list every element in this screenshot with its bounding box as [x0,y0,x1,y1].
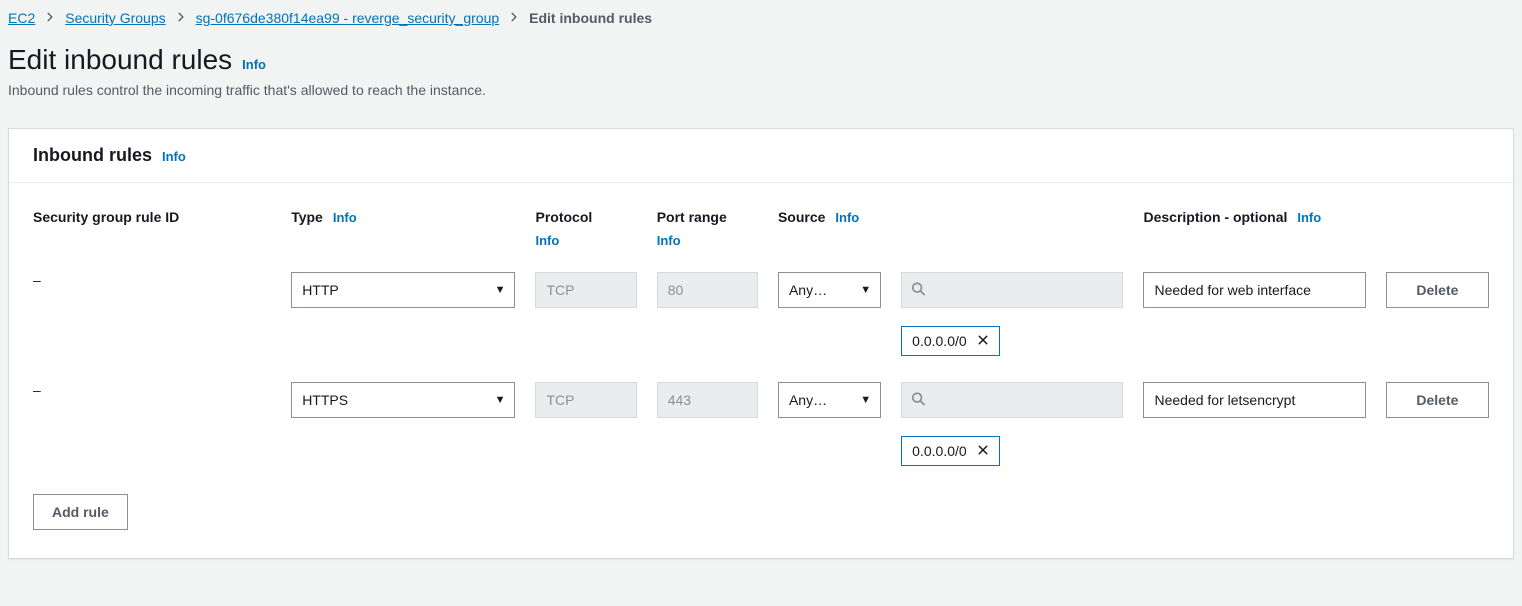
description-input[interactable] [1143,382,1365,418]
cidr-chip-remove[interactable] [977,333,989,349]
breadcrumb-link-ec2[interactable]: EC2 [8,10,35,26]
delete-button[interactable]: Delete [1386,272,1489,308]
th-description: Description - optional Info [1143,209,1365,225]
th-protocol-info[interactable]: Info [535,233,636,248]
inbound-rules-panel: Inbound rules Info Security group rule I… [8,128,1514,559]
th-type-label: Type [291,209,323,225]
table-header-row: Security group rule ID Type Info Protoco… [33,187,1489,266]
th-type-info[interactable]: Info [333,210,357,225]
breadcrumb-current: Edit inbound rules [529,10,652,26]
port-input [657,382,758,418]
rule-id-value: – [33,272,271,288]
type-select[interactable] [291,382,515,418]
th-source-label: Source [778,209,825,225]
breadcrumb: EC2 Security Groups sg-0f676de380f14ea99… [0,0,1522,38]
page-title: Edit inbound rules [8,44,232,76]
th-source-info[interactable]: Info [835,210,859,225]
cidr-chip-remove[interactable] [977,443,989,459]
rule-id-value: – [33,382,271,398]
description-input[interactable] [1143,272,1365,308]
cidr-chip: 0.0.0.0/0 [901,326,1000,356]
th-port-label: Port range [657,209,727,225]
table-row: – ▼ ▼ [33,376,1489,472]
add-rule-button[interactable]: Add rule [33,494,128,530]
panel-title: Inbound rules [33,145,152,166]
port-input [657,272,758,308]
source-select[interactable] [778,382,881,418]
panel-info-link[interactable]: Info [162,149,186,164]
source-search-input[interactable] [901,272,1123,308]
th-source: Source Info [778,209,881,225]
chevron-right-icon [45,11,55,25]
th-port: Port range [657,209,758,225]
th-protocol: Protocol [535,209,636,225]
cidr-chip-label: 0.0.0.0/0 [912,443,967,459]
th-description-info[interactable]: Info [1297,210,1321,225]
th-rule-id: Security group rule ID [33,209,271,225]
delete-button[interactable]: Delete [1386,382,1489,418]
th-port-info[interactable]: Info [657,233,758,248]
table-row: – ▼ ▼ [33,266,1489,362]
th-description-label: Description - optional [1143,209,1287,225]
page-subtitle: Inbound rules control the incoming traff… [8,82,1514,98]
breadcrumb-link-security-groups[interactable]: Security Groups [65,10,165,26]
th-type: Type Info [291,209,515,225]
page-header: Edit inbound rules Info Inbound rules co… [0,38,1522,106]
type-select[interactable] [291,272,515,308]
source-search-input[interactable] [901,382,1123,418]
source-select[interactable] [778,272,881,308]
breadcrumb-link-sg[interactable]: sg-0f676de380f14ea99 - reverge_security_… [196,10,500,26]
th-protocol-label: Protocol [535,209,592,225]
cidr-chip-label: 0.0.0.0/0 [912,333,967,349]
panel-header: Inbound rules Info [9,129,1513,183]
chevron-right-icon [176,11,186,25]
page-info-link[interactable]: Info [242,57,266,72]
chevron-right-icon [509,11,519,25]
protocol-input [535,382,636,418]
cidr-chip: 0.0.0.0/0 [901,436,1000,466]
protocol-input [535,272,636,308]
